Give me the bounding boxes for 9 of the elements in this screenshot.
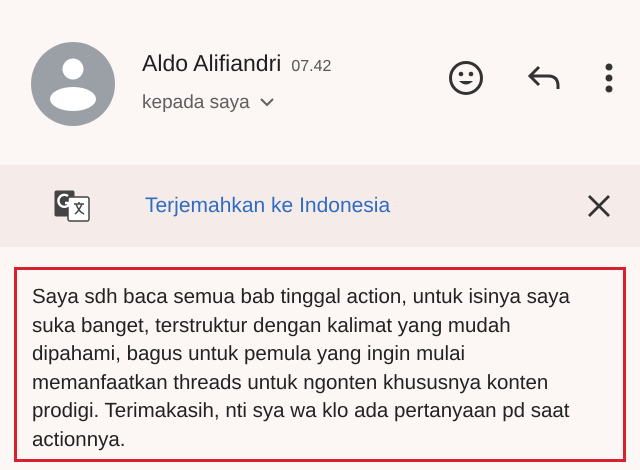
message-time: 07.42 [291,57,332,77]
message-body: Saya sdh baca semua bab tinggal action, untuk isinya saya suka banget, terstruktur dengan kalimat yang mudah dipahami, bagus untuk pemula yang ingin mulai memanfaatkan threads untuk ngonten khususnya konten prodigi. Terimakasih, nti sya wa klo ada pertanyaan pd saat actionnya. [32,284,571,452]
sender-name: Aldo Alifiandri [142,49,282,78]
chevron-down-icon [260,98,274,108]
translate-link[interactable]: Terjemahkan ke Indonesia [145,190,390,222]
translate-icon [54,190,90,222]
recipient-dropdown[interactable]: kepada saya [142,88,332,117]
emoji-reaction-button[interactable] [448,60,484,96]
avatar-icon [31,42,115,126]
